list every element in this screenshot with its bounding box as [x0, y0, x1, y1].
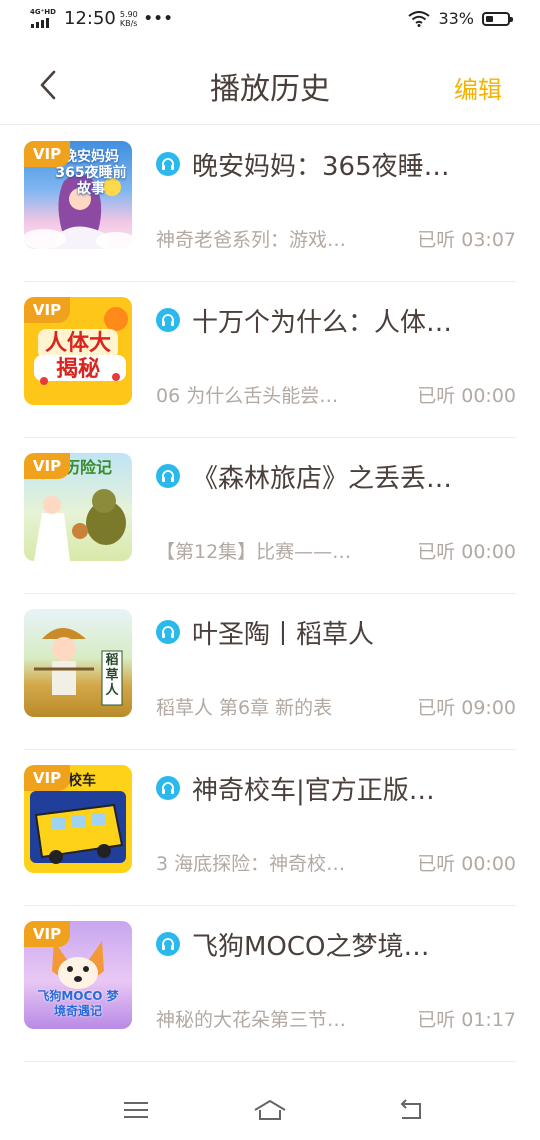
item-episode: 神秘的大花朵第三节…: [156, 1009, 347, 1031]
cover-title: 人体大揭秘: [44, 331, 111, 382]
album-cover: 历险记 VIP: [24, 453, 132, 561]
vip-badge: VIP: [24, 297, 70, 323]
edit-button[interactable]: 编辑: [454, 70, 502, 105]
album-cover: 晚安妈妈 365夜睡前故事 VIP: [24, 141, 132, 249]
menu-icon: [124, 1102, 148, 1118]
vip-badge: VIP: [24, 765, 70, 791]
more-notifications-icon: •••: [143, 11, 174, 27]
item-progress: 已听 00:00: [417, 385, 516, 407]
home-icon: [254, 1100, 286, 1120]
audio-icon: [156, 308, 180, 332]
vip-badge: VIP: [24, 141, 70, 167]
item-progress: 已听 00:00: [417, 853, 516, 875]
speed-unit: KB/s: [119, 19, 138, 28]
vip-badge: VIP: [24, 921, 70, 947]
item-progress: 已听 03:07: [417, 229, 516, 251]
wifi-icon: [408, 10, 431, 27]
system-nav-bar: [0, 1082, 540, 1140]
item-episode: 06 为什么舌头能尝…: [156, 385, 339, 407]
history-item[interactable]: 飞狗MOCO 梦境奇遇记 VIP 飞狗MOCO之梦境… 神秘的大花朵第三节… 已…: [0, 906, 540, 1062]
item-progress: 已听 09:00: [417, 697, 516, 719]
album-cover: 人体大揭秘 VIP: [24, 297, 132, 405]
back-system-button[interactable]: [396, 1098, 426, 1122]
item-progress: 已听 00:00: [417, 541, 516, 563]
audio-icon: [156, 152, 180, 176]
cover-title: 校车: [68, 773, 96, 789]
item-episode: 神奇老爸系列：游戏…: [156, 229, 347, 251]
return-icon: [400, 1099, 421, 1119]
album-cover: 校车 VIP: [24, 765, 132, 873]
item-title: 《森林旅店》之丢丢…: [192, 464, 453, 494]
status-time: 12:50: [64, 8, 116, 29]
row-divider: [24, 1061, 516, 1062]
item-episode: 稻草人 第6章 新的表: [156, 697, 333, 719]
item-episode: 【第12集】比赛——…: [156, 541, 352, 563]
item-title: 十万个为什么：人体…: [192, 308, 453, 338]
audio-icon: [156, 464, 180, 488]
item-title: 神奇校车|官方正版…: [192, 776, 435, 806]
history-item[interactable]: 稻草人 叶圣陶丨稻草人 稻草人 第6章 新的表 已听 09:00: [0, 594, 540, 750]
item-title: 叶圣陶丨稻草人: [192, 620, 375, 650]
header: 播放历史 编辑: [0, 44, 540, 126]
status-bar: 4G⁺HD 12:50 5.90 KB/s ••• 33%: [0, 0, 540, 44]
history-item[interactable]: 历险记 VIP 《森林旅店》之丢丢… 【第12集】比赛——… 已听 00:00: [0, 438, 540, 594]
battery-icon: [482, 11, 513, 26]
menu-button[interactable]: [121, 1098, 151, 1122]
item-progress: 已听 01:17: [417, 1009, 516, 1031]
header-divider: [0, 124, 540, 125]
history-item[interactable]: 人体大揭秘 VIP 十万个为什么：人体… 06 为什么舌头能尝… 已听 00:0…: [0, 282, 540, 438]
signal-icon: 4G⁺HD: [30, 8, 56, 30]
history-item[interactable]: 晚安妈妈 365夜睡前故事 VIP 晚安妈妈：365夜睡… 神奇老爸系列：游戏……: [0, 126, 540, 282]
home-button[interactable]: [252, 1098, 288, 1122]
item-title: 飞狗MOCO之梦境…: [192, 932, 430, 962]
history-list: 晚安妈妈 365夜睡前故事 VIP 晚安妈妈：365夜睡… 神奇老爸系列：游戏……: [0, 126, 540, 1062]
network-type: 4G⁺HD: [30, 8, 56, 16]
album-cover: 稻草人: [24, 609, 132, 717]
audio-icon: [156, 776, 180, 800]
album-cover: 飞狗MOCO 梦境奇遇记 VIP: [24, 921, 132, 1029]
audio-icon: [156, 620, 180, 644]
vip-badge: VIP: [24, 453, 70, 479]
battery-percent: 33%: [438, 9, 474, 28]
audio-icon: [156, 932, 180, 956]
speed-value: 5.90: [119, 10, 138, 19]
network-speed: 5.90 KB/s: [120, 10, 138, 28]
cover-title: 稻草人: [105, 653, 119, 698]
cover-title: 飞狗MOCO 梦境奇遇记: [37, 989, 119, 1018]
history-item[interactable]: 校车 VIP 神奇校车|官方正版… 3 海底探险：神奇校… 已听 00:00: [0, 750, 540, 906]
item-episode: 3 海底探险：神奇校…: [156, 853, 346, 875]
item-title: 晚安妈妈：365夜睡…: [192, 152, 450, 182]
